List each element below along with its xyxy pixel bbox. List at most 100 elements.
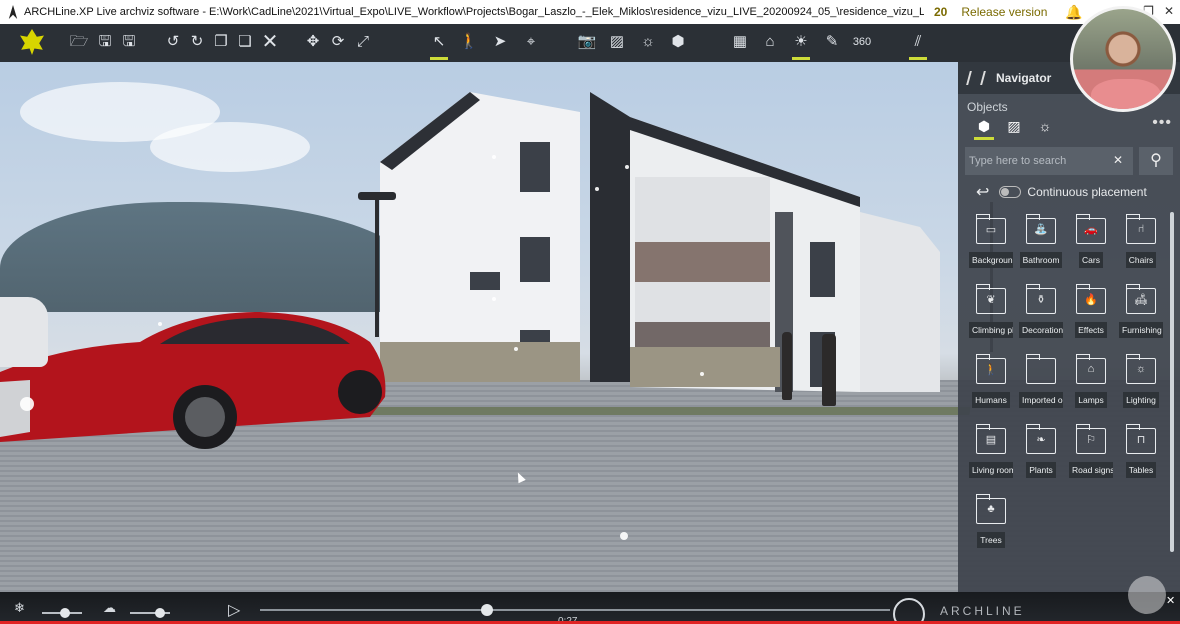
walk-icon[interactable]: 🚶 [458, 31, 480, 53]
object-type-tabs: ⬢ ▨ ☼ ••• [958, 114, 1180, 140]
library-icon [966, 71, 986, 85]
sun-icon[interactable]: ☀ [790, 31, 812, 60]
category-label: Lighting [1123, 392, 1159, 408]
open-icon[interactable]: 🗁 [68, 31, 90, 53]
category-item[interactable]: ♣ Trees [966, 494, 1016, 564]
presenter-shirt [1091, 79, 1161, 109]
version-label: Release version [961, 5, 1048, 19]
select-icon[interactable]: ↖ [428, 31, 450, 60]
category-item[interactable]: ▤ Living room [966, 424, 1016, 494]
background-icon: ▭ [975, 214, 1006, 244]
category-item[interactable]: 🛋 Furnishing [1116, 284, 1166, 354]
category-item[interactable]: ⚐ Road signs [1066, 424, 1116, 494]
notification-bell-icon[interactable]: 🔔 [1065, 4, 1082, 21]
leaf-icon: ❧ [1025, 424, 1056, 454]
location-icon[interactable]: ⌖ [520, 31, 542, 53]
corner-logo-icon [1128, 576, 1166, 614]
material-icon[interactable]: ▨ [606, 31, 628, 53]
move-icon[interactable]: ✥ [302, 31, 324, 53]
play-icon[interactable]: ▷ [228, 600, 240, 620]
cloud-slider-knob[interactable] [155, 608, 165, 618]
panorama-icon[interactable]: 360 [851, 31, 873, 53]
climbing-plant-icon: ❦ [975, 284, 1006, 314]
search-input[interactable] [965, 147, 1133, 175]
snowflake [514, 347, 518, 351]
cloud-icon[interactable]: ☁ [103, 600, 116, 616]
object-icon[interactable]: ⬢ [667, 31, 689, 53]
category-label: Climbing pl [969, 322, 1013, 338]
category-item[interactable]: Imported o [1016, 354, 1066, 424]
copy-icon[interactable]: ❐ [210, 31, 232, 53]
person-model [822, 334, 836, 406]
app-window: ARCHLine.XP Live archviz software - E:\W… [0, 0, 1180, 624]
category-item[interactable]: ❧ Plants [1016, 424, 1066, 494]
fire-icon: 🔥 [1075, 284, 1106, 314]
timeline-track[interactable] [260, 609, 890, 611]
snow-icon[interactable]: ❄ [14, 600, 25, 616]
fly-icon[interactable]: ➤ [489, 31, 511, 53]
paste-icon[interactable]: ❏ [234, 31, 256, 53]
category-item[interactable]: ⊓ Tables [1116, 424, 1166, 494]
back-icon[interactable]: ↩ [976, 182, 989, 202]
category-item[interactable]: ❦ Climbing pl [966, 284, 1016, 354]
navigator-scrollbar[interactable] [1170, 212, 1174, 552]
category-item[interactable]: ▭ Backgroun [966, 214, 1016, 284]
materials-tab-hatch-icon[interactable]: ▨ [1004, 116, 1024, 136]
navigator-title: Navigator [996, 71, 1052, 85]
category-item[interactable]: 🔥 Effects [1066, 284, 1116, 354]
clear-search-icon[interactable]: ✕ [1113, 153, 1123, 167]
category-item[interactable]: ⑁ Chairs [1116, 214, 1166, 284]
overlay-close-icon[interactable]: ✕ [1166, 594, 1175, 607]
category-item[interactable]: 🚗 Cars [1066, 214, 1116, 284]
logo-icon[interactable] [20, 29, 44, 55]
background-trees [0, 202, 420, 312]
category-item[interactable]: ⛲ Bathroom [1016, 214, 1066, 284]
chair-icon: ⑁ [1125, 214, 1156, 244]
redo-icon[interactable]: ↻ [186, 31, 208, 53]
save-as-icon[interactable]: 🖫 [118, 31, 140, 53]
category-label: Cars [1079, 252, 1103, 268]
person-model [782, 332, 792, 400]
category-item[interactable]: ☼ Lighting [1116, 354, 1166, 424]
window-title: ARCHLine.XP Live archviz software - E:\W… [24, 6, 924, 18]
more-options-icon[interactable]: ••• [1152, 114, 1172, 132]
continuous-placement-toggle[interactable] [999, 186, 1022, 198]
snowflake [700, 372, 704, 376]
library-icon[interactable]: ⫽ [907, 31, 929, 60]
category-item[interactable]: ⌂ Lamps [1066, 354, 1116, 424]
delete-icon[interactable]: ✕ [259, 31, 281, 53]
lights-tab-bulb-icon[interactable]: ☼ [1035, 116, 1055, 136]
snowflake [595, 187, 599, 191]
search-button[interactable]: ⚲ [1139, 147, 1173, 175]
light-icon[interactable]: ☼ [637, 31, 659, 53]
timeline-knob[interactable] [480, 604, 493, 616]
paint-icon[interactable]: ✎ [821, 31, 843, 53]
scale-icon[interactable]: ⤢ [352, 31, 374, 53]
category-item[interactable]: ⚱ Decoration [1016, 284, 1066, 354]
main-toolbar: 🗁 🖫 🖫 ↺ ↻ ❐ ❏ ✕ ✥ ⟳ ⤢ ↖ 🚶 ➤ ⌖ 📷 ▨ ☼ ⬢ ▦ … [0, 24, 1180, 62]
category-label: Plants [1026, 462, 1056, 478]
camera-icon[interactable]: 📷 [576, 31, 598, 53]
snowflake [620, 532, 628, 540]
lamp-icon: ⌂ [1075, 354, 1106, 384]
bottom-bar: ❄ ☁ ▷ 0:27 ARCHLINE ✕ [0, 576, 1180, 624]
brand-watermark: ARCHLINE [940, 604, 1025, 618]
furniture-icon[interactable]: ⌂ [759, 31, 781, 53]
folder-icon [1025, 354, 1056, 384]
render-icon[interactable]: ▦ [729, 31, 751, 53]
road-sign-icon: ⚐ [1075, 424, 1106, 454]
app-icon [8, 5, 18, 19]
undo-icon[interactable]: ↺ [162, 31, 184, 53]
presenter-webcam [1070, 6, 1176, 112]
snow-slider-knob[interactable] [60, 608, 70, 618]
living-room-icon: ▤ [975, 424, 1006, 454]
objects-tab-cube-icon[interactable]: ⬢ [974, 116, 994, 140]
category-label: Decoration [1019, 322, 1063, 338]
close-window-icon[interactable]: ✕ [1164, 4, 1174, 18]
save-icon[interactable]: 🖫 [94, 31, 116, 53]
snowflake [492, 297, 496, 301]
sofa-icon: 🛋 [1125, 284, 1156, 314]
decoration-icon: ⚱ [1025, 284, 1056, 314]
category-item[interactable]: 🚶 Humans [966, 354, 1016, 424]
rotate-icon[interactable]: ⟳ [327, 31, 349, 53]
